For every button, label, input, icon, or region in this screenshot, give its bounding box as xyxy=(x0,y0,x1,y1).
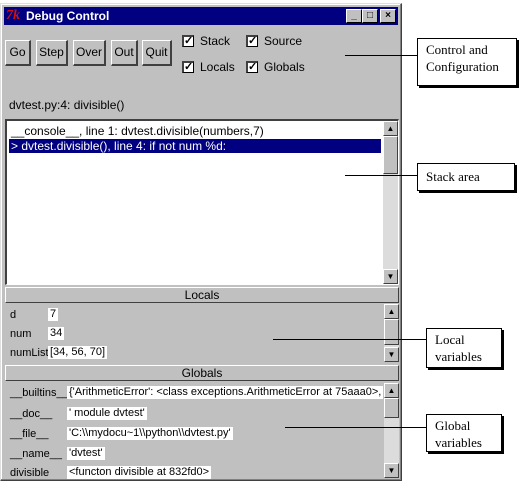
scroll-up-arrow-icon[interactable]: ▲ xyxy=(384,383,399,398)
annotation-text: Configuration xyxy=(426,59,499,74)
globals-checkbox[interactable]: ✓ xyxy=(246,61,258,73)
globals-scroll-thumb[interactable] xyxy=(384,398,399,418)
global-var-value: 'dvtest' xyxy=(67,447,105,460)
scroll-down-arrow-icon[interactable]: ▼ xyxy=(384,463,399,478)
scroll-down-arrow-icon[interactable]: ▼ xyxy=(383,269,398,284)
scroll-down-arrow-icon[interactable]: ▼ xyxy=(384,347,399,362)
control-configuration-annotation: Control and Configuration xyxy=(417,38,517,86)
local-variables-annotation: Local variables xyxy=(426,328,502,368)
stack-frame-item-selected[interactable]: > dvtest.divisible(), line 4: if not num… xyxy=(9,139,381,153)
global-var-value: ' module dvtest' xyxy=(67,407,147,420)
local-var-name: numList xyxy=(10,347,49,359)
status-text: dvtest.py:4: divisible() xyxy=(9,98,125,112)
annotation-text: Stack area xyxy=(426,169,480,184)
step-button[interactable]: Step xyxy=(36,40,68,66)
global-var-name: __doc__ xyxy=(10,408,53,420)
stack-list[interactable]: __console__, line 1: dvtest.divisible(nu… xyxy=(5,119,399,285)
annotation-text: variables xyxy=(435,435,482,450)
locals-callout-line xyxy=(273,339,426,340)
minimize-button[interactable]: _ xyxy=(346,9,362,23)
global-var-value: <functon divisible at 832fd0> xyxy=(67,466,212,479)
annotation-text: Global xyxy=(435,418,471,433)
tk-logo-icon: 7k xyxy=(6,8,20,23)
maximize-button[interactable]: □ xyxy=(362,9,378,23)
stack-callout-line xyxy=(345,175,417,176)
go-button[interactable]: Go xyxy=(5,40,31,66)
out-button[interactable]: Out xyxy=(111,40,138,66)
source-checkbox[interactable]: ✓ xyxy=(246,35,258,47)
global-var-value: {'ArithmeticError': <class exceptions.Ar… xyxy=(67,386,383,399)
globals-checkbox-label: Globals xyxy=(264,60,305,74)
stack-checkbox-label: Stack xyxy=(200,34,231,48)
globals-scrollbar[interactable]: ▲ ▼ xyxy=(384,383,399,478)
stack-scroll-thumb[interactable] xyxy=(383,136,398,174)
title-bar[interactable]: 7k Debug Control _ □ × xyxy=(4,7,398,25)
global-var-name: __file__ xyxy=(10,428,49,440)
annotation-text: Local xyxy=(435,332,465,347)
annotation-text: Control and xyxy=(426,42,488,57)
local-var-name: num xyxy=(10,328,32,340)
close-button[interactable]: × xyxy=(380,9,396,23)
window-title: Debug Control xyxy=(26,9,110,23)
stack-checkbox[interactable]: ✓ xyxy=(182,35,194,47)
local-var-name: d xyxy=(10,309,17,321)
scroll-up-arrow-icon[interactable]: ▲ xyxy=(383,121,398,136)
global-var-name: __builtins__ xyxy=(10,387,69,399)
quit-button[interactable]: Quit xyxy=(142,40,172,66)
stack-scrollbar[interactable]: ▲ ▼ xyxy=(383,121,398,284)
global-var-name: divisible xyxy=(10,467,50,479)
source-checkbox-label: Source xyxy=(264,34,303,48)
local-var-value: 7 xyxy=(48,308,59,321)
local-var-value: 34 xyxy=(48,327,65,340)
globals-callout-line xyxy=(285,427,426,428)
global-var-value: 'C:\\mydocu~1\\python\\dvtest.py' xyxy=(67,427,233,440)
globals-header: Globals xyxy=(5,365,399,381)
annotation-text: variables xyxy=(435,349,482,364)
stack-area-annotation: Stack area xyxy=(417,163,515,191)
debug-control-window: 7k Debug Control _ □ × Go Step Over Out … xyxy=(0,3,402,481)
stack-frame-item[interactable]: __console__, line 1: dvtest.divisible(nu… xyxy=(11,124,264,138)
local-var-value: [34, 56, 70] xyxy=(48,346,108,359)
global-var-name: __name__ xyxy=(10,448,62,460)
locals-scrollbar[interactable]: ▲ ▼ xyxy=(384,304,399,362)
global-variables-annotation: Global variables xyxy=(426,414,502,452)
locals-scroll-thumb[interactable] xyxy=(384,319,399,345)
scroll-up-arrow-icon[interactable]: ▲ xyxy=(384,304,399,319)
over-button[interactable]: Over xyxy=(73,40,106,66)
locals-checkbox[interactable]: ✓ xyxy=(182,61,194,73)
locals-header: Locals xyxy=(5,287,399,303)
locals-checkbox-label: Locals xyxy=(200,60,235,74)
control-callout-line xyxy=(345,55,417,56)
